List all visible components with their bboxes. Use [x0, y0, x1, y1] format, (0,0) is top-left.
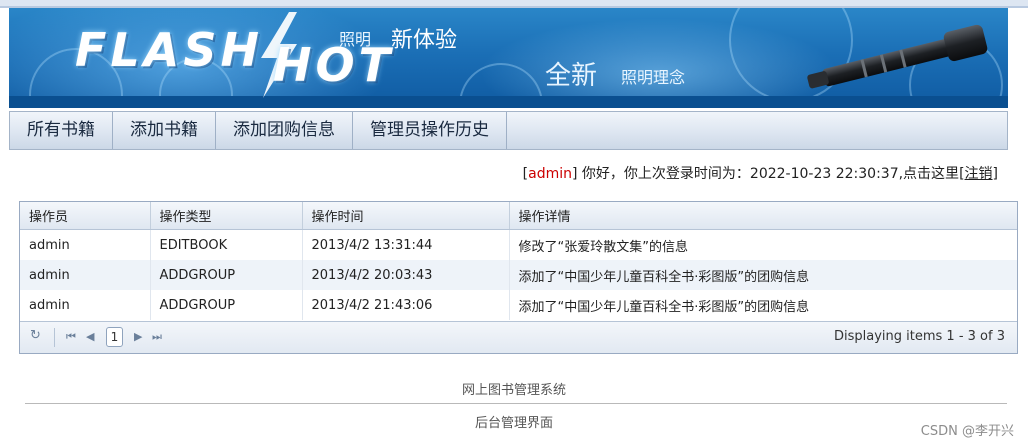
cell-operation-detail: 修改了“张爱玲散文集”的信息: [518, 239, 688, 255]
column-header-operation-time[interactable]: 操作时间: [302, 202, 510, 230]
logout-link[interactable]: 注销: [965, 166, 993, 182]
cell-operator: admin: [20, 229, 151, 260]
main-nav: 所有书籍 添加书籍 添加团购信息 管理员操作历史: [9, 111, 1008, 150]
current-user: admin: [528, 166, 572, 182]
banner-slogan2-big: 全新: [545, 61, 598, 91]
footer-system-name: 网上图书管理系统: [461, 383, 566, 398]
pager-info: Displaying items 1 - 3 of 3: [834, 329, 1005, 344]
table-row[interactable]: admin ADDGROUP 2013/4/2 21:43:06 添加了“中国少…: [20, 290, 1017, 320]
cell-operation-detail: 添加了“中国少年儿童百科全书·彩图版”的团购信息: [518, 299, 810, 315]
nav-item-add-book[interactable]: 添加书籍: [113, 112, 216, 149]
banner-slogan2-small: 照明理念: [621, 68, 686, 87]
nav-item-all-books[interactable]: 所有书籍: [10, 112, 113, 149]
refresh-icon[interactable]: ↻: [30, 328, 41, 343]
flashlight-icon: [807, 24, 988, 89]
prev-page-icon[interactable]: ◀: [86, 330, 94, 343]
column-header-operation-detail[interactable]: 操作详情: [509, 202, 1017, 230]
cell-operation-type: ADDGROUP: [150, 290, 303, 320]
next-page-icon[interactable]: ▶: [134, 330, 142, 343]
banner-bottom-band: [9, 96, 1008, 108]
cell-operation-time: 2013/4/2 20:03:43: [302, 260, 510, 290]
last-page-icon[interactable]: ⏭: [152, 330, 162, 344]
csdn-watermark: CSDN @李开兴: [920, 424, 1014, 439]
column-header-operation-type[interactable]: 操作类型: [150, 202, 303, 230]
nav-item-add-group-buy[interactable]: 添加团购信息: [216, 112, 353, 149]
operation-history-grid: 操作员 操作类型 操作时间 操作详情 admin EDITBOOK 2013/4…: [19, 201, 1018, 354]
banner-slogan-big: 新体验: [391, 28, 458, 53]
banner-logo-flash: FLASH: [75, 23, 263, 77]
grid-pager: ↻ ⏮ ◀ 1 ▶ ⏭ Displaying items 1 - 3 of 3: [20, 321, 1017, 353]
footer-divider: [25, 403, 1007, 404]
banner-logo-hot: HOT: [273, 38, 394, 92]
cell-operation-detail: 添加了“中国少年儿童百科全书·彩图版”的团购信息: [509, 260, 1017, 290]
cell-operator: admin: [20, 290, 151, 320]
header-banner: FLASH HOT 照明 新体验 全新 照明理念: [9, 8, 1008, 108]
table-header-row: 操作员 操作类型 操作时间 操作详情: [20, 202, 1017, 230]
banner-slogan-small: 照明: [339, 30, 372, 49]
cell-operation-type: EDITBOOK: [150, 229, 303, 260]
nav-item-admin-history[interactable]: 管理员操作历史: [353, 112, 507, 149]
last-login-text: 你好，你上次登录时间为：2022-10-23 22:30:37,点击这里: [577, 166, 960, 182]
first-page-icon[interactable]: ⏮: [66, 330, 76, 344]
cell-operation-type: ADDGROUP: [150, 260, 303, 290]
table-row[interactable]: admin EDITBOOK 2013/4/2 13:31:44 修改了“张爱玲…: [20, 229, 1017, 260]
history-table: 操作员 操作类型 操作时间 操作详情 admin EDITBOOK 2013/4…: [20, 202, 1017, 320]
column-header-operator[interactable]: 操作员: [20, 202, 151, 230]
cell-operator: admin: [20, 260, 151, 290]
pager-divider: [54, 328, 55, 347]
welcome-message: [admin] 你好，你上次登录时间为：2022-10-23 22:30:37,…: [523, 163, 998, 183]
page-number-input[interactable]: 1: [106, 327, 123, 347]
footer-subtitle: 后台管理界面: [474, 416, 553, 431]
bracket: ]: [992, 166, 998, 182]
table-row[interactable]: admin ADDGROUP 2013/4/2 20:03:43 添加了“中国少…: [20, 260, 1017, 290]
cell-operation-time: 2013/4/2 21:43:06: [302, 290, 510, 320]
cell-operation-time: 2013/4/2 13:31:44: [302, 229, 510, 260]
